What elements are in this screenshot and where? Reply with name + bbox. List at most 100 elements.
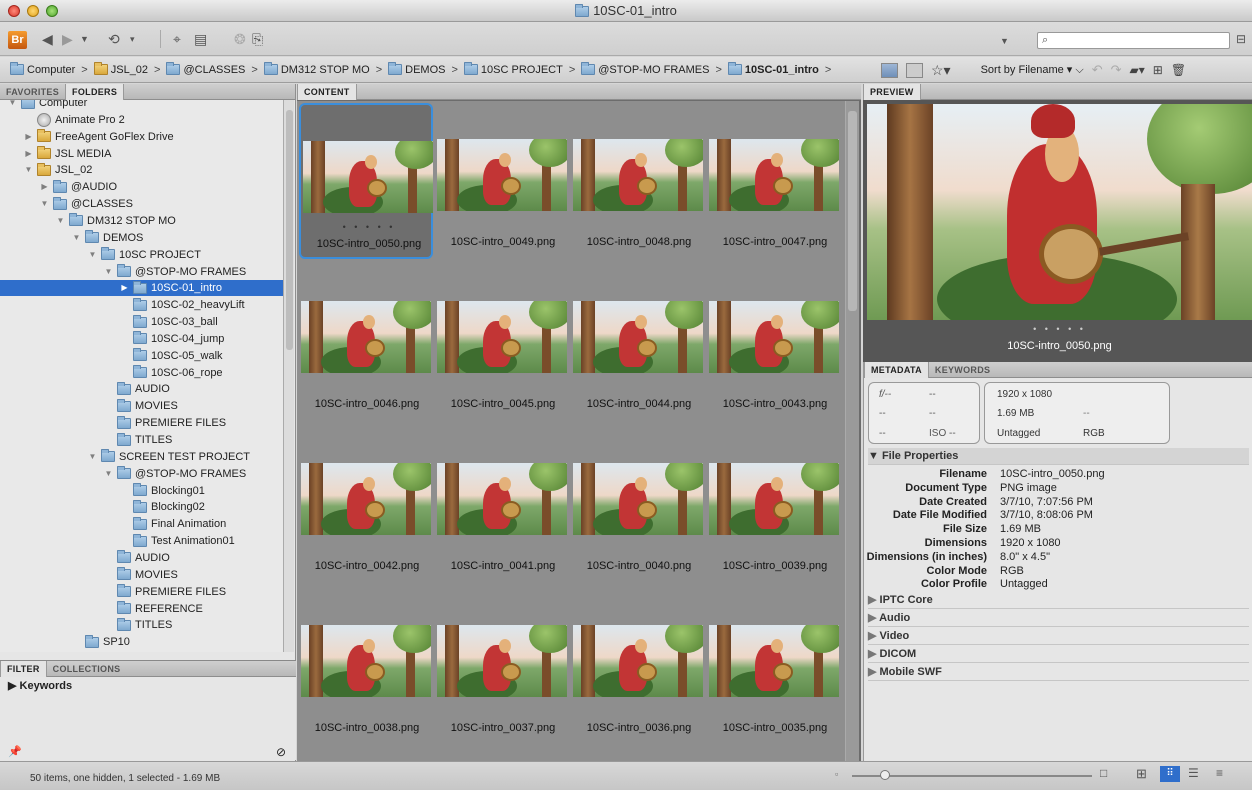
- breadcrumb-separator[interactable]: >: [825, 64, 831, 76]
- metadata-value[interactable]: 3/7/10, 7:07:56 PM: [1000, 496, 1093, 508]
- disclosure-expanded-icon[interactable]: ▼: [88, 247, 97, 263]
- thumbnail-image[interactable]: [573, 625, 703, 697]
- tree-item[interactable]: SP10: [0, 634, 130, 650]
- refine-icon[interactable]: ▤: [194, 30, 207, 48]
- thumbnail-image[interactable]: [437, 463, 567, 535]
- disclosure-collapsed-icon[interactable]: ▶: [40, 179, 49, 195]
- thumbnail-item[interactable]: 10SC-intro_0046.png: [299, 265, 433, 421]
- open-camera-raw-icon[interactable]: ❂: [234, 30, 246, 48]
- tab-favorites[interactable]: FAVORITES: [0, 84, 65, 100]
- thumbnail-filename[interactable]: 10SC-intro_0049.png: [435, 236, 571, 248]
- metadata-section-header[interactable]: ▶ Video: [868, 628, 1249, 645]
- tree-item[interactable]: ▶ FreeAgent GoFlex Drive: [0, 129, 174, 145]
- preview-rating[interactable]: • • • • •: [867, 324, 1252, 334]
- reveal-recent-icon[interactable]: ⟲: [108, 30, 120, 48]
- star-filter-icon[interactable]: ☆▾: [931, 62, 951, 79]
- close-window-button[interactable]: [8, 5, 20, 17]
- thumbnail-mode-icon[interactable]: ⠿: [1160, 766, 1180, 782]
- disclosure-expanded-icon[interactable]: ▼: [88, 449, 97, 465]
- tree-item[interactable]: AUDIO: [0, 381, 170, 397]
- disclosure-collapsed-icon[interactable]: ▶: [868, 594, 880, 606]
- thumbnail-size-slider[interactable]: [852, 770, 1092, 780]
- keywords-filter-row[interactable]: ▶ Keywords: [0, 677, 296, 694]
- zoom-large-icon[interactable]: □: [1100, 766, 1107, 780]
- rotate-left-icon[interactable]: ↶: [1092, 62, 1103, 78]
- thumbnail-image[interactable]: [709, 625, 839, 697]
- tree-item[interactable]: 10SC-02_heavyLift: [0, 297, 245, 313]
- disclosure-collapsed-icon[interactable]: ▶: [868, 630, 880, 642]
- metadata-section-header[interactable]: ▶ Mobile SWF: [868, 664, 1249, 681]
- metadata-value[interactable]: Untagged: [1000, 578, 1048, 590]
- open-recent-folder-icon[interactable]: ▰▾: [1130, 63, 1145, 77]
- thumbnail-item[interactable]: 10SC-intro_0038.png: [299, 589, 433, 745]
- thumbnail-filename[interactable]: 10SC-intro_0045.png: [435, 398, 571, 410]
- thumbnail-item[interactable]: 10SC-intro_0037.png: [435, 589, 569, 745]
- tree-item[interactable]: 10SC-06_rope: [0, 365, 223, 381]
- zoom-small-icon[interactable]: ▫: [835, 769, 838, 779]
- forward-icon[interactable]: ▶: [62, 30, 73, 48]
- tab-keywords[interactable]: KEYWORDS: [929, 362, 996, 378]
- tree-item[interactable]: ▼ @STOP-MO FRAMES: [0, 264, 246, 280]
- thumbnail-filename[interactable]: 10SC-intro_0036.png: [571, 722, 707, 734]
- breadcrumb-separator[interactable]: >: [376, 64, 382, 76]
- rating-dots[interactable]: • • • • •: [301, 222, 437, 232]
- breadcrumb-item[interactable]: @STOP-MO FRAMES: [581, 62, 709, 76]
- thumbnail-image[interactable]: [437, 301, 567, 373]
- disclosure-collapsed-icon[interactable]: ▶: [868, 666, 880, 678]
- thumbnail-item[interactable]: 10SC-intro_0045.png: [435, 265, 569, 421]
- breadcrumb-item[interactable]: 10SC PROJECT: [463, 62, 563, 76]
- thumbnail-item[interactable]: 10SC-intro_0036.png: [571, 589, 705, 745]
- metadata-value[interactable]: 1.69 MB: [1000, 523, 1041, 535]
- thumbnail-filename[interactable]: 10SC-intro_0037.png: [435, 722, 571, 734]
- tree-item[interactable]: ▼ DM312 STOP MO: [0, 213, 176, 229]
- metadata-value[interactable]: 1920 x 1080: [1000, 537, 1061, 549]
- sort-dropdown[interactable]: Sort by Filename ▾ ⌵: [981, 63, 1084, 77]
- thumbnail-item[interactable]: 10SC-intro_0048.png: [571, 103, 705, 259]
- metadata-value[interactable]: 10SC-intro_0050.png: [1000, 468, 1105, 480]
- thumbnail-image[interactable]: [573, 301, 703, 373]
- metadata-value[interactable]: RGB: [1000, 565, 1024, 577]
- thumbnail-image[interactable]: [437, 625, 567, 697]
- workspace-dropdown-icon[interactable]: ▼: [1000, 32, 1009, 50]
- thumbnail-image[interactable]: [573, 139, 703, 211]
- tab-preview[interactable]: PREVIEW: [863, 84, 921, 100]
- thumbnail-view-icon[interactable]: [881, 62, 898, 78]
- tab-filter[interactable]: FILTER: [0, 661, 47, 677]
- scrollbar-thumb[interactable]: [286, 110, 293, 350]
- breadcrumb-item[interactable]: DEMOS: [388, 62, 445, 76]
- tree-item[interactable]: Final Animation: [0, 516, 226, 532]
- tree-item[interactable]: ▼ SCREEN TEST PROJECT: [0, 449, 250, 465]
- tree-item[interactable]: MOVIES: [0, 398, 178, 414]
- breadcrumb-item[interactable]: 10SC-01_intro: [727, 62, 819, 76]
- tree-item[interactable]: Test Animation01: [0, 533, 235, 549]
- breadcrumb-item[interactable]: DM312 STOP MO: [263, 62, 370, 76]
- metadata-value[interactable]: 3/7/10, 8:08:06 PM: [1000, 509, 1093, 521]
- thumbnail-item[interactable]: 10SC-intro_0041.png: [435, 427, 569, 583]
- thumbnail-item[interactable]: 10SC-intro_0044.png: [571, 265, 705, 421]
- tree-item[interactable]: AUDIO: [0, 550, 170, 566]
- folder-tree-scrollbar[interactable]: [283, 100, 294, 652]
- trash-icon[interactable]: 🗑: [1171, 63, 1186, 77]
- tab-folders[interactable]: FOLDERS: [65, 84, 125, 100]
- file-properties-header[interactable]: ▼ File Properties: [868, 448, 1249, 465]
- tree-item[interactable]: Blocking02: [0, 499, 205, 515]
- tree-item[interactable]: PREMIERE FILES: [0, 584, 226, 600]
- thumbnail-filename[interactable]: 10SC-intro_0035.png: [707, 722, 843, 734]
- thumbnail-image[interactable]: [709, 301, 839, 373]
- tree-item[interactable]: ▶ @AUDIO: [0, 179, 117, 195]
- breadcrumb-separator[interactable]: >: [569, 64, 575, 76]
- tree-item[interactable]: ▶ JSL MEDIA: [0, 146, 111, 162]
- breadcrumb-item[interactable]: JSL_02: [93, 62, 148, 76]
- tree-item[interactable]: ▼ 10SC PROJECT: [0, 247, 201, 263]
- thumbnail-filename[interactable]: 10SC-intro_0040.png: [571, 560, 707, 572]
- slider-thumb[interactable]: [880, 770, 890, 780]
- disclosure-collapsed-icon[interactable]: ▶: [868, 648, 880, 660]
- breadcrumb-separator[interactable]: >: [251, 64, 257, 76]
- thumbnail-image[interactable]: [573, 463, 703, 535]
- tree-item[interactable]: ▼ Computer: [0, 100, 87, 111]
- back-icon[interactable]: ◀: [42, 30, 53, 48]
- breadcrumb-separator[interactable]: >: [154, 64, 160, 76]
- thumbnail-image[interactable]: [301, 301, 431, 373]
- thumbnail-item[interactable]: • • • • • 10SC-intro_0050.png: [299, 103, 433, 259]
- disclosure-expanded-icon[interactable]: ▼: [104, 264, 113, 280]
